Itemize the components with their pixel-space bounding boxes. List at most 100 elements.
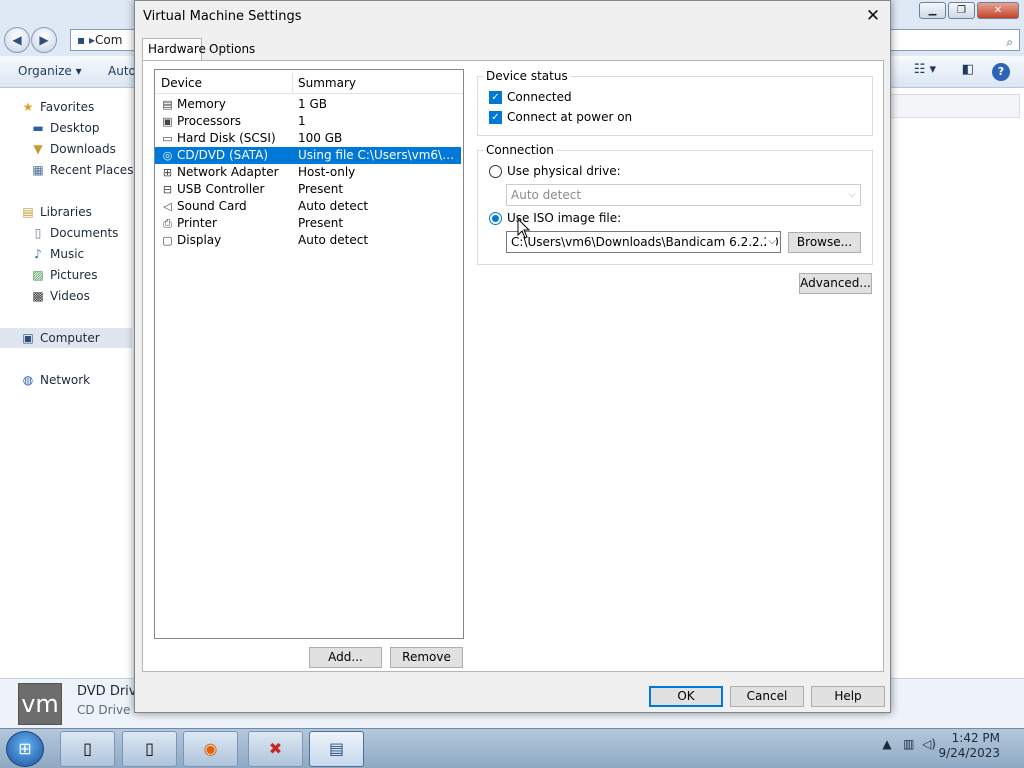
add-button[interactable]: Add...	[309, 647, 382, 668]
device-summary: Present	[298, 216, 344, 230]
start-button[interactable]: ⊞	[6, 731, 44, 767]
display-icon: ▢	[162, 234, 173, 247]
device-row-memory[interactable]: ▤ Memory 1 GB	[155, 96, 461, 113]
vm-settings-dialog: Virtual Machine Settings ✕ Hardware Opti…	[134, 0, 891, 713]
organize-button[interactable]: Organize ▾	[18, 64, 82, 78]
sound-card-icon: ◁	[163, 200, 172, 213]
mouse-cursor-icon	[517, 218, 531, 239]
device-row-processors[interactable]: ▣ Processors 1	[155, 113, 461, 130]
column-header	[890, 94, 1020, 118]
taskbar-vm-settings-icon[interactable]: ▤	[309, 731, 364, 767]
nav-music[interactable]: ♪ Music	[30, 244, 84, 264]
minimize-button[interactable]: ▁	[919, 2, 946, 19]
nav-recent-places[interactable]: ▦ Recent Places	[30, 160, 133, 180]
device-summary: Host-only	[298, 165, 356, 179]
checkmark-icon: ✓	[489, 111, 502, 124]
device-name: Sound Card	[177, 199, 247, 213]
column-separator[interactable]	[292, 73, 293, 92]
advanced-button[interactable]: Advanced...	[799, 273, 872, 294]
hardware-tab-panel: Device Summary ▤ Memory 1 GB ▣ Processors 1 ▭ H…	[142, 60, 884, 672]
taskbar-error-icon[interactable]: ✖	[248, 731, 303, 767]
documents-icon: ▯	[34, 226, 42, 240]
window-controls: ▁ ❐ ✕	[917, 2, 1019, 19]
back-button[interactable]: ◀	[4, 27, 30, 53]
autoplay-button[interactable]: Auto	[108, 64, 136, 78]
device-row-sound-card[interactable]: ◁ Sound Card Auto detect	[155, 198, 461, 215]
iso-path-combobox[interactable]: C:\Users\vm6\Downloads\Bandicam 6.2.2.20…	[506, 231, 781, 253]
column-summary[interactable]: Summary	[298, 76, 356, 90]
device-row-cd-dvd-sata[interactable]: ◎ CD/DVD (SATA) Using file C:\Users\vm6\Do…	[155, 147, 461, 164]
connection-label: Connection	[484, 143, 556, 157]
nav-libraries[interactable]: ▤ Libraries	[20, 202, 92, 222]
processor-icon: ▣	[162, 115, 173, 128]
show-hidden-icons-icon[interactable]: ▲	[882, 737, 891, 751]
checkmark-icon: ✓	[489, 91, 502, 104]
change-view-icon[interactable]: ☷ ▾	[914, 62, 936, 77]
connection-group: Connection Use physical drive: Auto dete…	[477, 143, 873, 265]
address-text: Com	[95, 33, 123, 47]
device-name: Memory	[177, 97, 226, 111]
tab-options[interactable]: Options	[204, 40, 260, 60]
close-button[interactable]: ✕	[977, 2, 1019, 19]
tab-hardware[interactable]: Hardware	[142, 38, 206, 60]
network-status-icon[interactable]: ▥	[903, 737, 914, 751]
nav-documents[interactable]: ▯ Documents	[30, 223, 119, 243]
ok-button[interactable]: OK	[649, 686, 723, 707]
chevron-down-icon[interactable]: ⌵	[766, 232, 776, 252]
videos-icon: ▩	[32, 289, 44, 303]
maximize-button[interactable]: ❐	[948, 2, 975, 19]
radio-on-icon	[489, 212, 502, 225]
radio-off-icon	[489, 165, 502, 178]
iso-path-value: C:\Users\vm6\Downloads\Bandicam 6.2.2.20…	[511, 235, 780, 249]
device-list[interactable]: Device Summary ▤ Memory 1 GB ▣ Processors 1 ▭ H…	[154, 69, 464, 639]
taskbar-file-icon[interactable]: ▯	[60, 731, 115, 767]
browse-button[interactable]: Browse...	[788, 232, 861, 253]
help-button[interactable]: Help	[811, 686, 885, 707]
details-subtitle: CD Drive	[77, 703, 131, 717]
chevron-down-icon: ⌵	[848, 189, 856, 200]
nav-computer[interactable]: ▣ Computer	[0, 328, 132, 348]
device-summary: 1	[298, 114, 306, 128]
taskbar-firefox-icon[interactable]: ◉	[183, 731, 238, 767]
taskbar-notepad-icon[interactable]: ▯	[122, 731, 177, 767]
dialog-close-button[interactable]: ✕	[862, 5, 884, 27]
remove-button[interactable]: Remove	[390, 647, 463, 668]
device-list-header: Device Summary	[155, 70, 463, 94]
nav-videos[interactable]: ▩ Videos	[30, 286, 90, 306]
downloads-folder-icon: ▼	[33, 142, 43, 156]
printer-icon: ⎙	[163, 217, 172, 230]
device-summary: Auto detect	[298, 199, 369, 213]
network-icon: ◍	[22, 373, 34, 387]
music-icon: ♪	[34, 247, 42, 261]
vmware-logo-icon: vm	[18, 683, 62, 725]
clock[interactable]: 1:42 PM 9/24/2023	[938, 731, 1000, 761]
memory-icon: ▤	[162, 98, 173, 111]
device-row-display[interactable]: ▢ Display Auto detect	[155, 232, 461, 249]
device-row-network-adapter[interactable]: ⊞ Network Adapter Host-only	[155, 164, 461, 181]
device-name: Network Adapter	[177, 165, 279, 179]
nav-desktop[interactable]: ▬ Desktop	[30, 118, 99, 138]
help-icon[interactable]: ?	[992, 63, 1010, 81]
volume-icon[interactable]: ◁)	[922, 737, 936, 751]
forward-button[interactable]: ▶	[31, 27, 57, 53]
device-status-group: Device status ✓ Connected ✓ Connect at p…	[477, 69, 873, 136]
clock-time: 1:42 PM	[951, 731, 1000, 745]
device-row-hard-disk-scsi[interactable]: ▭ Hard Disk (SCSI) 100 GB	[155, 130, 461, 147]
device-status-label: Device status	[484, 69, 570, 83]
device-row-usb-controller[interactable]: ⊟ USB Controller Present	[155, 181, 461, 198]
nav-network[interactable]: ◍ Network	[20, 370, 90, 390]
column-device[interactable]: Device	[161, 76, 202, 90]
search-icon[interactable]: ⌕	[1006, 32, 1013, 52]
nav-pictures[interactable]: ▨ Pictures	[30, 265, 97, 285]
device-row-printer[interactable]: ⎙ Printer Present	[155, 215, 461, 232]
computer-icon: ▪ ▸	[77, 33, 95, 47]
device-name: CD/DVD (SATA)	[177, 148, 269, 162]
preview-pane-icon[interactable]: ◧	[962, 62, 974, 77]
dialog-title: Virtual Machine Settings	[143, 9, 302, 24]
nav-downloads[interactable]: ▼ Downloads	[30, 139, 116, 159]
nav-favorites[interactable]: ★ Favorites	[20, 97, 95, 117]
system-tray: ▲ ▥ ◁)	[882, 737, 936, 751]
network-adapter-icon: ⊞	[162, 166, 173, 179]
computer-icon: ▣	[22, 331, 34, 345]
cancel-button[interactable]: Cancel	[730, 686, 804, 707]
